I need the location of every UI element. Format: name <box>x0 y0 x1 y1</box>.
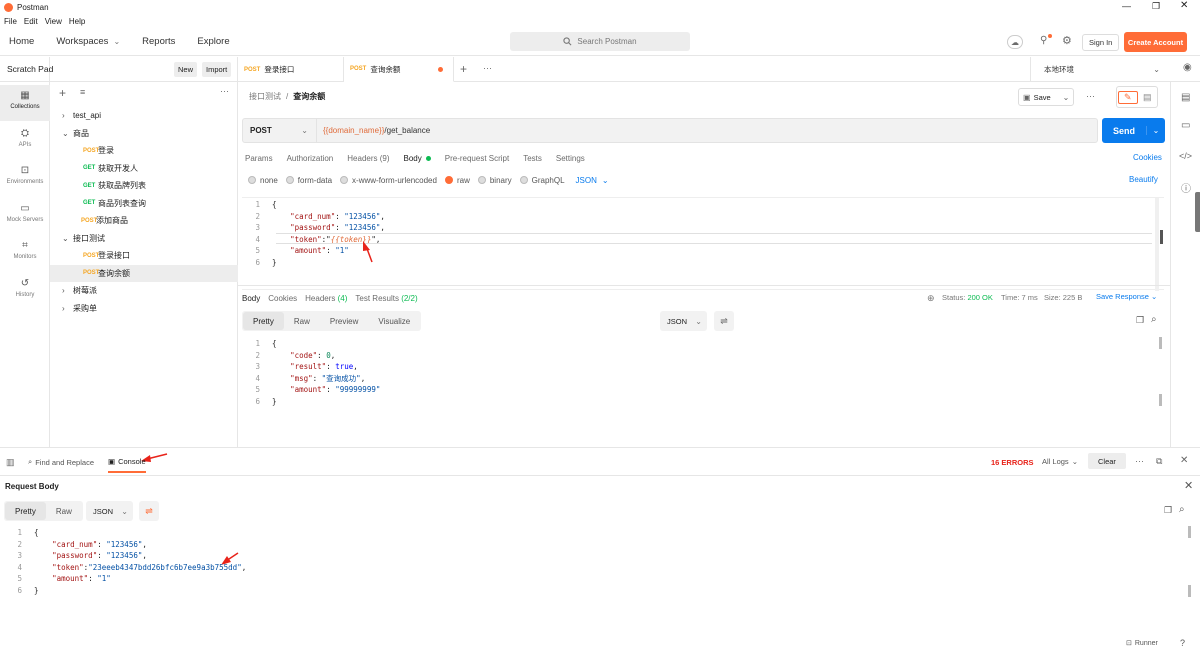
console-wrap-button[interactable]: ⇌ <box>139 501 159 521</box>
code-token: "1" <box>97 574 111 583</box>
code-line: 5 "amount": "1" <box>4 573 246 585</box>
line-number: 1 <box>17 528 22 537</box>
code-token: "card_num" <box>52 539 98 549</box>
find-replace-tab[interactable]: ⌕ Find and Replace <box>28 457 94 467</box>
code-token: "password" <box>52 551 98 560</box>
console-view-segment: Pretty Raw <box>4 501 83 521</box>
code-token: } <box>34 585 39 595</box>
console-panel: ▥ ⌕ Find and Replace ▣ Console 16 ERRORS… <box>0 447 1200 651</box>
close-section-icon[interactable]: ✕ <box>1184 479 1193 492</box>
console-tab[interactable]: ▣ Console <box>108 457 146 466</box>
console-format-select[interactable]: JSON ⌄ <box>86 501 133 521</box>
code-line: 6} <box>4 585 246 597</box>
all-logs-label: All Logs <box>1042 457 1069 466</box>
code-token: , <box>142 539 147 549</box>
error-count[interactable]: 16 ERRORS <box>991 458 1034 467</box>
code-token: "token" <box>52 562 84 572</box>
console-icon: ▣ <box>108 457 116 466</box>
close-console-icon[interactable]: ✕ <box>1180 455 1188 466</box>
console-search-icon[interactable]: ⌕ <box>1179 504 1185 515</box>
console-tab-underline <box>108 471 146 473</box>
code-token: "123456" <box>106 539 143 549</box>
request-body-title: Request Body <box>5 482 59 491</box>
console-format-label: JSON <box>93 506 114 516</box>
code-token: { <box>34 528 39 537</box>
help-icon[interactable]: ? <box>1180 638 1185 648</box>
console-more-icon[interactable]: ··· <box>1135 456 1144 466</box>
view-pretty[interactable]: Pretty <box>5 502 46 520</box>
line-number: 3 <box>17 551 22 560</box>
console-scrollbar-bottom[interactable] <box>1188 585 1191 597</box>
search-icon: ⌕ <box>28 457 33 466</box>
runner-label: Runner <box>1134 639 1158 647</box>
line-number: 4 <box>17 562 22 572</box>
response-status-text: Status: 200 OK <box>942 293 995 302</box>
runner-button[interactable]: ⊡ Runner <box>1126 639 1158 648</box>
status-key: Status: <box>942 293 968 302</box>
console-toolbar: ▥ ⌕ Find and Replace ▣ Console 16 ERRORS… <box>0 448 1200 476</box>
code-token: : <box>97 539 107 549</box>
console-copy-icon[interactable]: ❐ <box>1164 505 1172 516</box>
console-code: 1{2 "card_num": "123456", 3 "password": "… <box>4 527 246 596</box>
code-token: "23eeeb4347bdd26bfc6b7ee9a3b755dd" <box>88 562 242 572</box>
code-token: "123456" <box>106 551 143 560</box>
all-logs-select[interactable]: All Logs ⌄ <box>1042 457 1078 466</box>
sidebar-toggle-icon[interactable]: ▥ <box>6 457 15 468</box>
code-token: : <box>97 551 107 560</box>
chevron-down-icon: ⌄ <box>121 506 128 516</box>
code-line: 3 "password": "123456", <box>4 550 246 562</box>
line-number: 2 <box>17 539 22 549</box>
code-token: : <box>88 574 98 583</box>
find-replace-label: Find and Replace <box>35 457 94 467</box>
console-label: Console <box>118 457 146 466</box>
view-raw[interactable]: Raw <box>46 502 82 520</box>
status-value: 200 OK <box>967 293 993 302</box>
code-token: "amount" <box>52 574 89 583</box>
chevron-down-icon: ⌄ <box>1071 457 1078 466</box>
code-token: , <box>241 562 247 572</box>
popout-icon[interactable]: ⧉ <box>1156 456 1162 467</box>
line-number: 5 <box>17 574 22 583</box>
code-line: 1{ <box>4 527 246 539</box>
console-scrollbar[interactable] <box>1188 526 1191 538</box>
code-token: , <box>142 551 147 560</box>
clear-button[interactable]: Clear <box>1088 453 1126 469</box>
runner-icon: ⊡ <box>1126 640 1132 647</box>
line-number: 6 <box>17 585 22 595</box>
code-line: 4 "token": "23eeeb4347bdd26bfc6b7ee9a3b75… <box>4 562 246 574</box>
code-line: 2 "card_num": "123456", <box>4 539 246 551</box>
